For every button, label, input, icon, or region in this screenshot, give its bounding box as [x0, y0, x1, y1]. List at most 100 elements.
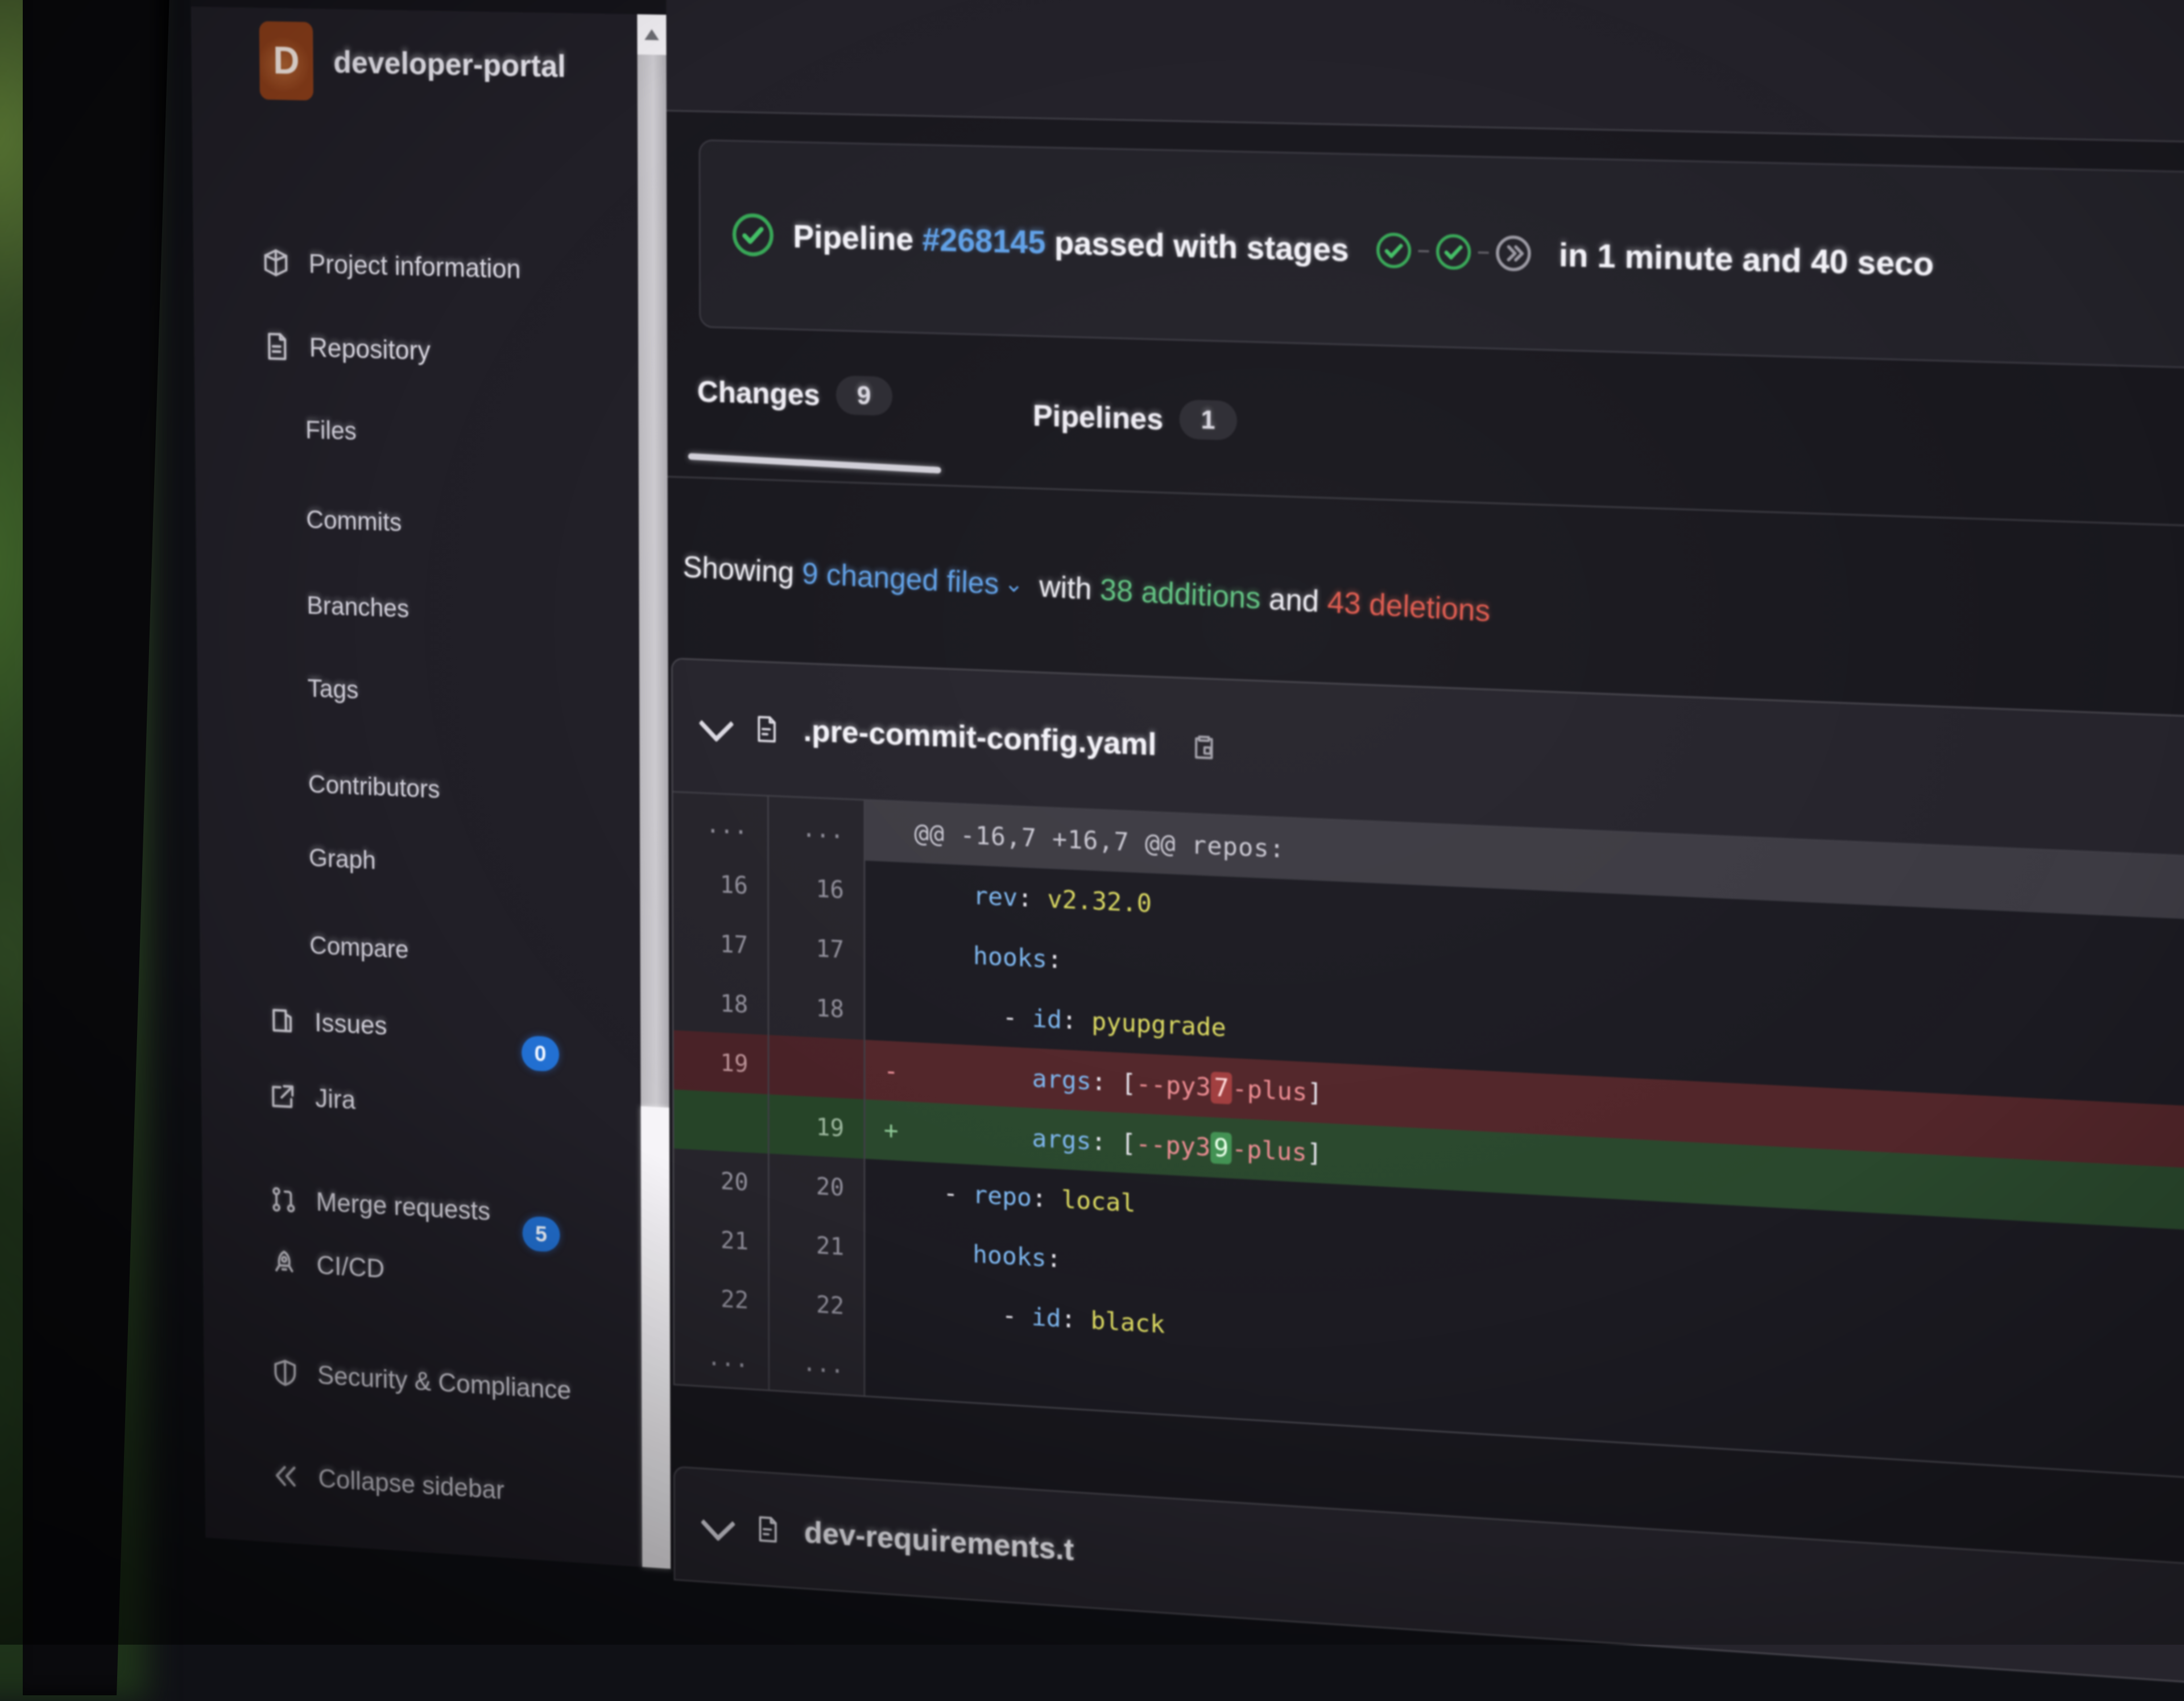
file-icon [752, 709, 781, 748]
sidebar-item-compare[interactable]: Compare [200, 918, 640, 984]
old-line-number[interactable]: ... [674, 1325, 770, 1390]
issues-count-badge: 0 [521, 1035, 560, 1072]
document-icon [262, 331, 291, 362]
old-line-number: 22 [674, 1266, 770, 1331]
sidebar-scrollbar[interactable] [637, 14, 671, 1569]
sidebar-project-header[interactable]: D developer-portal [259, 21, 566, 106]
old-line-number: 18 [673, 971, 770, 1035]
additions-count: 38 additions [1099, 572, 1261, 616]
diff-sign [868, 1366, 914, 1369]
project-name: developer-portal [333, 44, 566, 84]
pipeline-duration: in 1 minute and 40 seco [1558, 236, 1934, 283]
stage-passed-icon[interactable] [1375, 230, 1413, 270]
diff-table: ...... @@ -16,7 +16,7 @@ repos: 16 16 rev: … [673, 792, 2184, 1481]
commit-info-strip: 1 merge request !369 initial FastAPI com… [665, 0, 2184, 144]
diff-sign [868, 1248, 914, 1251]
hunk-header: @@ -16,7 +16,7 @@ repos: [914, 818, 1285, 864]
sidebar: D developer-portal Project information R… [191, 6, 671, 1569]
changed-files-dropdown[interactable]: 9 changed files [802, 556, 999, 601]
pipeline-status-card: Pipeline #268145 passed with stages in 1… [698, 139, 2184, 371]
pipeline-passed-icon [730, 211, 775, 259]
scrollbar-thumb[interactable] [640, 1106, 671, 1569]
new-line-number[interactable]: ... [768, 796, 866, 861]
sidebar-item-security-compliance[interactable]: Security & Compliance [204, 1346, 642, 1417]
tab-changes[interactable]: Changes 9 [697, 371, 892, 416]
new-line-number: 20 [769, 1153, 866, 1219]
chevron-down-icon[interactable]: ⌄ [1004, 569, 1024, 598]
merge-request-icon [269, 1184, 298, 1216]
mr-tabs: Changes 9 Pipelines 1 [667, 370, 2184, 528]
new-line-number [769, 1035, 866, 1100]
old-line-number: 21 [674, 1207, 770, 1272]
file-icon [753, 1510, 781, 1549]
sidebar-item-issues[interactable]: Issues 0 [200, 994, 640, 1072]
shield-icon [271, 1357, 300, 1389]
collapse-chevrons-icon [271, 1460, 300, 1492]
diff-file-card: .pre-commit-config.yaml ...... @@ -16,7 +… [671, 657, 2184, 1483]
diff-file-card: dev-requirements.t [673, 1465, 2184, 1688]
old-line-number: 20 [674, 1148, 770, 1213]
diff-sign [868, 951, 914, 953]
merge-request-reference-line: 1 merge request !369 initial FastAPI com… [750, 0, 1488, 4]
diff-sign [868, 891, 914, 893]
sidebar-item-graph[interactable]: Graph [199, 831, 640, 895]
sidebar-item-project-information[interactable]: Project information [193, 238, 638, 295]
merge-requests-count-badge: 5 [522, 1216, 560, 1253]
sidebar-item-cicd[interactable]: CI/CD [202, 1237, 641, 1306]
rocket-icon [270, 1247, 299, 1279]
pipelines-count-badge: 1 [1179, 399, 1238, 441]
new-line-number: 18 [769, 975, 866, 1040]
new-line-number: 17 [769, 916, 866, 980]
sidebar-item-files[interactable]: Files [195, 404, 638, 463]
pipeline-label: Pipeline [793, 217, 914, 257]
tab-pipelines[interactable]: Pipelines 1 [1033, 395, 1238, 441]
main-content: 1 merge request !369 initial FastAPI com… [665, 0, 2184, 1688]
file-path: .pre-commit-config.yaml [803, 713, 1157, 762]
changes-count-badge: 9 [835, 375, 892, 416]
monitor-screen: SPATIAL WEB Search G D developer-portal … [190, 0, 2184, 1688]
deletions-count: 43 deletions [1327, 584, 1491, 628]
old-line-number: 19 [673, 1030, 770, 1095]
sidebar-item-merge-requests[interactable]: Merge requests 5 [202, 1174, 641, 1253]
new-line-number: 22 [769, 1271, 866, 1337]
sidebar-item-repository[interactable]: Repository [194, 322, 638, 379]
stage-passed-icon[interactable] [1434, 232, 1472, 272]
pipeline-stage-icons [1375, 230, 1533, 273]
sidebar-item-contributors[interactable]: Contributors [198, 757, 640, 820]
collapse-file-chevron-icon[interactable] [698, 705, 734, 742]
new-line-number: 21 [769, 1212, 866, 1278]
new-line-number: 16 [768, 856, 866, 920]
new-line-number: 19 [769, 1094, 866, 1159]
old-line-number: 17 [673, 911, 770, 976]
diff-sign: - [883, 1056, 899, 1086]
collapse-file-chevron-icon[interactable] [700, 1505, 736, 1542]
external-link-icon [268, 1080, 297, 1112]
stage-skipped-icon[interactable] [1494, 233, 1533, 273]
monitor-bezel [23, 0, 171, 1695]
pipeline-status-text: passed with stages [1054, 224, 1350, 268]
pipeline-number-link[interactable]: #268145 [923, 221, 1046, 261]
new-line-number[interactable]: ... [770, 1331, 866, 1396]
sidebar-item-tags[interactable]: Tags [197, 662, 640, 724]
scrollbar-up-button[interactable] [637, 14, 667, 55]
active-tab-underline [688, 453, 941, 474]
mr-title: initial FastAPI commit [1149, 0, 1488, 4]
diff-sign [868, 1010, 914, 1013]
sidebar-item-branches[interactable]: Branches [196, 579, 639, 640]
diff-sign: + [883, 1115, 899, 1146]
summary-prefix: Showing [682, 549, 795, 589]
changes-summary-line: Showing 9 changed files ⌄ with 38 additio… [682, 549, 1491, 628]
sidebar-item-jira[interactable]: Jira [201, 1070, 641, 1137]
sidebar-item-commits[interactable]: Commits [196, 493, 639, 553]
diff-sign [868, 831, 915, 832]
issues-icon [267, 1005, 296, 1037]
cube-icon [261, 247, 291, 279]
diff-sign [868, 1188, 914, 1191]
project-avatar: D [259, 21, 314, 101]
sidebar-collapse-button[interactable]: Collapse sidebar [205, 1449, 642, 1521]
old-line-number[interactable]: ... [673, 792, 769, 857]
diff-sign [868, 1307, 914, 1310]
file-path: dev-requirements.t [804, 1514, 1074, 1567]
copy-path-icon[interactable] [1189, 729, 1218, 765]
old-line-number [673, 1089, 770, 1154]
